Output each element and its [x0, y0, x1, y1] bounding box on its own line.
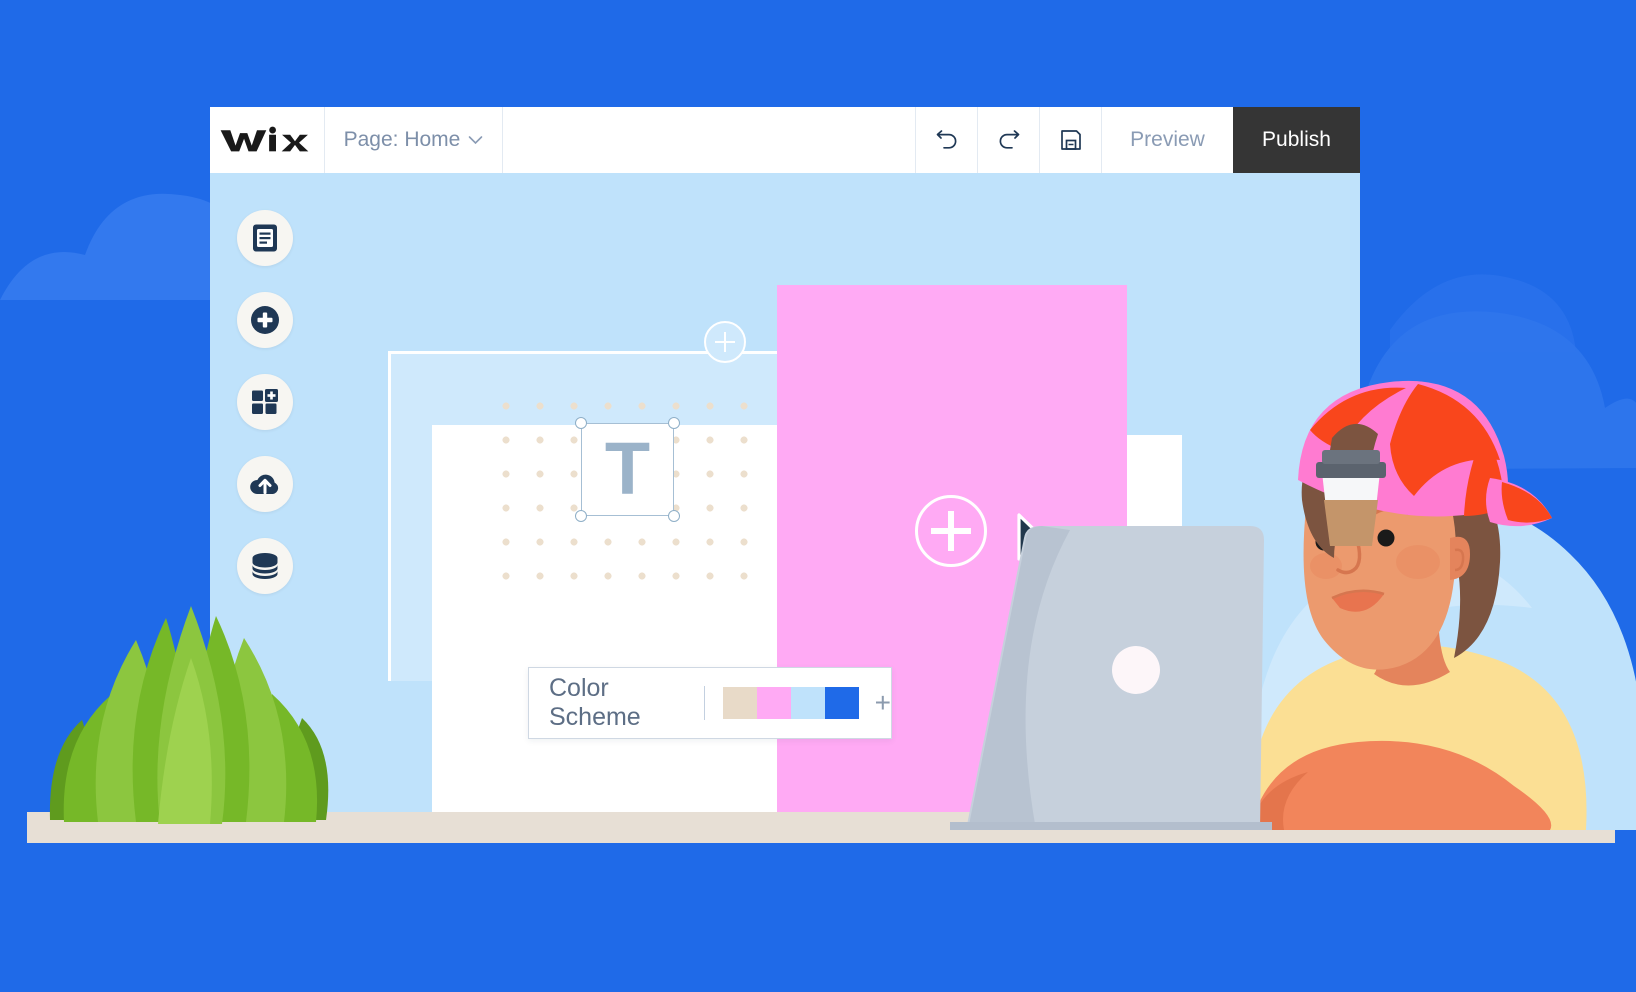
color-swatch-list — [722, 687, 859, 719]
publish-label: Publish — [1262, 128, 1331, 151]
add-section-button[interactable] — [704, 321, 746, 363]
page-selector[interactable]: Page: Home — [325, 107, 503, 173]
color-swatch-blue[interactable] — [824, 687, 859, 719]
wix-logo[interactable] — [210, 107, 325, 173]
document-pages-icon — [253, 224, 277, 252]
wix-wordmark-icon — [220, 126, 308, 152]
laptop — [950, 526, 1272, 830]
chevron-down-icon — [469, 136, 483, 145]
redo-button[interactable] — [978, 107, 1040, 173]
sidebar-item-pages[interactable] — [237, 210, 293, 266]
toolbar-spacer — [503, 107, 916, 173]
succulent-plant — [49, 606, 329, 824]
resize-handle-bottom-left[interactable] — [575, 510, 587, 522]
panel-divider — [703, 686, 705, 720]
resize-handle-top-left[interactable] — [575, 417, 587, 429]
text-element-glyph: T — [604, 427, 651, 511]
color-scheme-label: Color Scheme — [549, 674, 641, 731]
sidebar-item-add[interactable] — [237, 292, 293, 348]
color-swatch-light-blue[interactable] — [790, 687, 825, 719]
sidebar-item-database[interactable] — [237, 538, 293, 594]
cloud-upload-icon — [250, 474, 279, 494]
app-grid-plus-icon — [252, 389, 278, 414]
color-swatch-beige[interactable] — [722, 687, 757, 719]
sidebar-item-upload[interactable] — [237, 456, 293, 512]
color-scheme-panel[interactable]: Color Scheme + — [528, 667, 892, 739]
sidebar-item-apps[interactable] — [237, 374, 293, 430]
redo-icon — [999, 130, 1019, 149]
add-color-button[interactable]: + — [875, 689, 891, 717]
color-swatch-pink[interactable] — [756, 687, 791, 719]
save-button[interactable] — [1040, 107, 1102, 173]
undo-button[interactable] — [916, 107, 978, 173]
resize-handle-bottom-right[interactable] — [668, 510, 680, 522]
plus-vertical-bar — [723, 332, 727, 352]
preview-button[interactable]: Preview — [1102, 107, 1233, 173]
resize-handle-top-right[interactable] — [668, 417, 680, 429]
person-at-laptop — [950, 380, 1636, 830]
undo-icon — [936, 130, 956, 149]
database-stack-icon — [252, 553, 278, 579]
save-icon — [1060, 130, 1081, 150]
editor-sidebar — [237, 210, 293, 594]
editor-toolbar: Page: Home Preview Publish — [210, 107, 1360, 173]
plus-circle-icon — [251, 306, 279, 334]
preview-label: Preview — [1130, 128, 1205, 151]
page-selector-label: Page: Home — [343, 128, 461, 151]
selected-text-element[interactable]: T — [575, 417, 680, 522]
publish-button[interactable]: Publish — [1233, 107, 1360, 173]
plant-leaves — [49, 606, 329, 824]
